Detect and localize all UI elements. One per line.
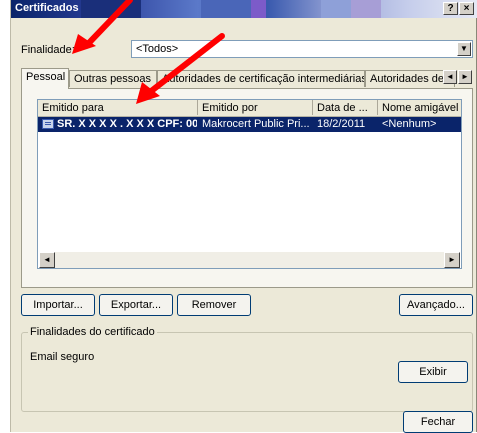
tab-scroll-right-button[interactable]: ► [458,70,472,84]
import-button[interactable]: Importar... [21,294,95,316]
purpose-label: Finalidade: [21,44,75,56]
help-button[interactable]: ? [443,2,458,15]
tab-intermediate-cas[interactable]: Autoridades de certificação intermediári… [157,70,365,87]
scroll-left-button[interactable]: ◄ [39,252,55,268]
scroll-right-button[interactable]: ► [444,252,460,268]
column-issued-to[interactable]: Emitido para [38,100,198,115]
certificate-list[interactable]: Emitido para Emitido por Data de ... Nom… [37,99,462,269]
certificates-dialog: Certificados ? × Finalidade: <Todos> ▼ P… [10,0,477,433]
view-button[interactable]: Exibir [398,361,468,383]
purpose-select[interactable]: <Todos> ▼ [131,40,473,58]
table-row[interactable]: SR. X X X X . X X X CPF: 000... Makrocer… [38,117,461,132]
remove-button[interactable]: Remover [177,294,251,316]
certificate-purposes-group: Finalidades do certificado Email seguro … [21,326,473,412]
cell-issued-to: SR. X X X X . X X X CPF: 000... [57,118,197,130]
tab-scroll-left-button[interactable]: ◄ [443,70,457,84]
close-button[interactable]: Fechar [403,411,473,433]
purpose-select-value: <Todos> [136,43,179,55]
chevron-down-icon[interactable]: ▼ [457,42,471,56]
close-window-button[interactable]: × [459,2,474,15]
cell-date: 18/2/2011 [317,118,366,130]
cell-issued-by: Makrocert Public Pri... [202,118,310,130]
column-issued-by[interactable]: Emitido por [198,100,313,115]
tab-strip: Pessoal Outras pessoas Autoridades de ce… [21,68,473,89]
tab-root-cas[interactable]: Autoridades de cert [365,70,455,87]
cell-friendly-name: <Nenhum> [382,118,437,130]
horizontal-scrollbar[interactable]: ◄ ► [39,252,460,268]
column-friendly-name[interactable]: Nome amigável [378,100,461,115]
advanced-button[interactable]: Avançado... [399,294,473,316]
certificate-purposes-legend: Finalidades do certificado [28,326,157,338]
list-header: Emitido para Emitido por Data de ... Nom… [38,100,461,117]
title-bar-stripes [71,0,451,18]
column-expiration-date[interactable]: Data de ... [313,100,378,115]
title-bar[interactable]: Certificados ? × [11,0,477,18]
window-title: Certificados [15,2,79,14]
tab-other-people[interactable]: Outras pessoas [69,70,157,87]
export-button[interactable]: Exportar... [99,294,173,316]
certificate-purposes-value: Email seguro [30,351,95,363]
certificate-icon [42,119,54,129]
tab-panel: Emitido para Emitido por Data de ... Nom… [21,88,473,288]
tab-personal[interactable]: Pessoal [21,68,69,89]
